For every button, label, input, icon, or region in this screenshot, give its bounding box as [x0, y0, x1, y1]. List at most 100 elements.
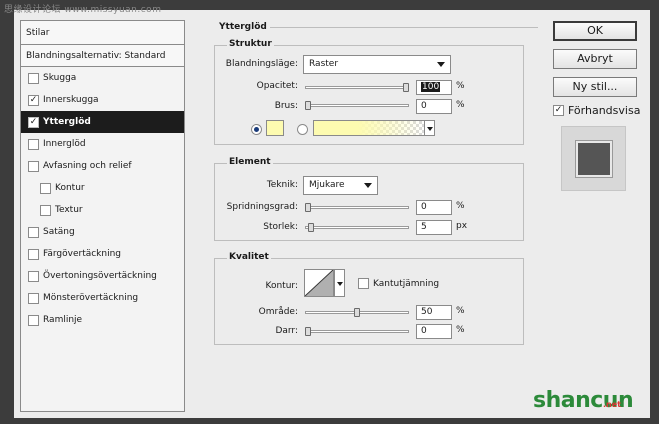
blending-options-item[interactable]: Blandningsalternativ: Standard [21, 45, 184, 67]
antialias-checkbox[interactable] [358, 278, 369, 289]
style-checkbox[interactable] [28, 293, 39, 304]
struktur-title: Struktur [227, 39, 274, 49]
style-item-6[interactable]: Textur [21, 199, 184, 221]
style-item-label: Mönsterövertäckning [43, 293, 139, 303]
jitter-unit: % [456, 325, 465, 335]
range-label: Område: [258, 307, 298, 317]
color-radio[interactable] [251, 124, 262, 135]
noise-slider[interactable] [305, 104, 409, 107]
style-checkbox[interactable] [28, 161, 39, 172]
size-slider[interactable] [305, 226, 409, 229]
style-item-7[interactable]: Satäng [21, 221, 184, 243]
style-item-label: Skugga [43, 73, 77, 83]
size-slider-thumb[interactable] [308, 223, 314, 232]
style-item-label: Textur [55, 205, 83, 215]
jitter-input[interactable]: 0 [416, 324, 452, 339]
contour-curve-icon [305, 270, 333, 296]
preview-thumbnail [576, 141, 612, 177]
style-checkbox[interactable] [28, 315, 39, 326]
size-input[interactable]: 5 [416, 220, 452, 235]
noise-slider-thumb[interactable] [305, 101, 311, 110]
style-item-5[interactable]: Kontur [21, 177, 184, 199]
opacity-value: 100 [421, 82, 441, 92]
spread-slider-thumb[interactable] [305, 203, 311, 212]
chevron-down-icon [337, 282, 343, 286]
style-item-4[interactable]: Avfasning och relief [21, 155, 184, 177]
color-swatch[interactable] [266, 120, 284, 136]
style-preview [561, 126, 626, 191]
kvalitet-title: Kvalitet [227, 252, 271, 262]
jitter-slider-thumb[interactable] [305, 327, 311, 336]
style-item-2[interactable]: Ytterglöd [21, 111, 184, 133]
style-item-11[interactable]: Ramlinje [21, 309, 184, 331]
spread-input[interactable]: 0 [416, 200, 452, 215]
contour-dropdown[interactable] [334, 269, 345, 297]
jitter-value: 0 [421, 326, 427, 336]
style-item-label: Övertoningsövertäckning [43, 271, 157, 281]
blend-mode-value: Raster [309, 59, 339, 69]
preview-checkbox[interactable] [553, 105, 564, 116]
technique-label: Teknik: [266, 180, 298, 190]
style-item-label: Ytterglöd [43, 117, 91, 127]
style-item-0[interactable]: Skugga [21, 67, 184, 89]
noise-value: 0 [421, 101, 427, 111]
style-item-3[interactable]: Innerglöd [21, 133, 184, 155]
site-watermark-suffix: .net [603, 400, 621, 409]
style-checkbox[interactable] [28, 139, 39, 150]
gradient-dropdown[interactable] [424, 120, 435, 136]
opacity-input[interactable]: 100 [416, 80, 452, 95]
range-slider-thumb[interactable] [354, 308, 360, 317]
style-item-8[interactable]: Färgövertäckning [21, 243, 184, 265]
gradient-radio[interactable] [297, 124, 308, 135]
opacity-slider-thumb[interactable] [403, 83, 409, 92]
jitter-label: Darr: [275, 326, 298, 336]
spread-slider[interactable] [305, 206, 409, 209]
ok-button[interactable]: OK [553, 21, 637, 41]
preview-label: Förhandsvisa [568, 104, 641, 117]
antialias-label: Kantutjämning [373, 279, 440, 289]
element-title: Element [227, 157, 273, 167]
range-input[interactable]: 50 [416, 305, 452, 320]
style-checkbox[interactable] [28, 227, 39, 238]
style-item-label: Avfasning och relief [43, 161, 132, 171]
style-checkbox[interactable] [28, 271, 39, 282]
style-item-1[interactable]: Innerskugga [21, 89, 184, 111]
noise-label: Brus: [274, 101, 298, 111]
blend-mode-select[interactable]: Raster [303, 55, 451, 74]
styles-list: Stilar Blandningsalternativ: Standard Sk… [20, 20, 185, 412]
style-checkbox[interactable] [28, 73, 39, 84]
chevron-down-icon [364, 183, 372, 188]
spread-unit: % [456, 201, 465, 211]
gradient-picker[interactable] [313, 120, 425, 136]
size-value: 5 [421, 222, 427, 232]
contour-label: Kontur: [265, 281, 298, 291]
contour-picker[interactable] [304, 269, 334, 297]
jitter-slider[interactable] [305, 330, 409, 333]
noise-input[interactable]: 0 [416, 99, 452, 114]
style-checkbox[interactable] [28, 117, 39, 128]
style-item-9[interactable]: Övertoningsövertäckning [21, 265, 184, 287]
cancel-button[interactable]: Avbryt [553, 49, 637, 69]
technique-select[interactable]: Mjukare [303, 176, 378, 195]
noise-unit: % [456, 100, 465, 110]
new-style-button[interactable]: Ny stil... [553, 77, 637, 97]
range-value: 50 [421, 307, 433, 317]
styles-header[interactable]: Stilar [21, 21, 184, 45]
chevron-down-icon [427, 127, 433, 131]
range-unit: % [456, 306, 465, 316]
style-checkbox[interactable] [28, 249, 39, 260]
opacity-label: Opacitet: [256, 81, 298, 91]
style-item-10[interactable]: Mönsterövertäckning [21, 287, 184, 309]
style-item-label: Färgövertäckning [43, 249, 122, 259]
style-item-label: Satäng [43, 227, 75, 237]
style-checkbox[interactable] [28, 95, 39, 106]
technique-value: Mjukare [309, 180, 345, 190]
style-item-label: Innerglöd [43, 139, 86, 149]
style-item-label: Ramlinje [43, 315, 83, 325]
opacity-slider[interactable] [305, 86, 409, 89]
style-checkbox[interactable] [40, 183, 51, 194]
title-divider [270, 27, 538, 28]
size-label: Storlek: [263, 222, 298, 232]
chevron-down-icon [437, 62, 445, 67]
style-checkbox[interactable] [40, 205, 51, 216]
